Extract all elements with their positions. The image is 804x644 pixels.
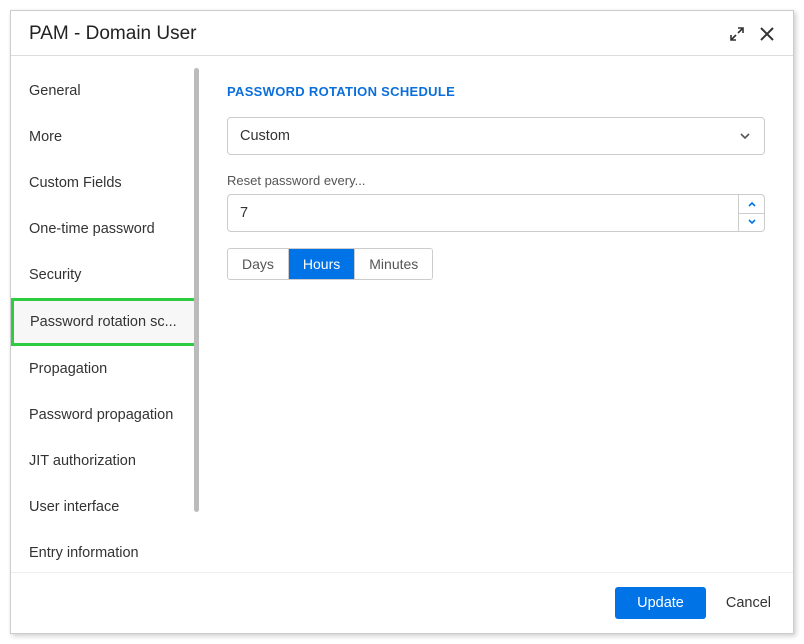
sidebar-item-password-rotation-schedule[interactable]: Password rotation sc... [11,298,199,346]
update-button[interactable]: Update [615,587,706,619]
stepper-down-button[interactable] [739,213,765,233]
chevron-down-icon [738,129,752,143]
reset-interval-label: Reset password every... [227,173,765,188]
sidebar-item-more[interactable]: More [11,114,199,160]
section-heading: PASSWORD ROTATION SCHEDULE [227,84,765,99]
sidebar-scrollbar[interactable] [194,68,199,512]
sidebar-item-jit-authorization[interactable]: JIT authorization [11,438,199,484]
schedule-type-value: Custom [240,128,290,144]
reset-interval-stepper [227,194,765,232]
sidebar-item-password-propagation[interactable]: Password propagation [11,392,199,438]
segment-days[interactable]: Days [228,249,289,279]
sidebar-item-user-interface[interactable]: User interface [11,484,199,530]
sidebar-item-entry-information[interactable]: Entry information [11,530,199,572]
sidebar-item-custom-fields[interactable]: Custom Fields [11,160,199,206]
dialog-title: PAM - Domain User [29,23,197,45]
segment-minutes[interactable]: Minutes [355,249,432,279]
sidebar-item-one-time-password[interactable]: One-time password [11,206,199,252]
sidebar: General More Custom Fields One-time pass… [11,56,199,572]
schedule-type-select[interactable]: Custom [227,117,765,155]
stepper-up-button[interactable] [739,194,765,213]
sidebar-item-security[interactable]: Security [11,252,199,298]
close-icon[interactable] [759,26,775,42]
reset-interval-input[interactable] [227,194,739,232]
dialog-window: PAM - Domain User General More Custom Fi… [10,10,794,634]
header-controls [729,26,775,42]
sidebar-item-propagation[interactable]: Propagation [11,346,199,392]
content-panel: PASSWORD ROTATION SCHEDULE Custom Reset … [199,56,793,572]
stepper-buttons [739,194,765,232]
expand-icon[interactable] [729,26,745,42]
dialog-body: General More Custom Fields One-time pass… [11,56,793,572]
sidebar-item-general[interactable]: General [11,68,199,114]
cancel-button[interactable]: Cancel [726,595,771,611]
dialog-header: PAM - Domain User [11,11,793,56]
time-unit-segments: Days Hours Minutes [227,248,433,280]
segment-hours[interactable]: Hours [289,249,355,279]
dialog-footer: Update Cancel [11,572,793,633]
